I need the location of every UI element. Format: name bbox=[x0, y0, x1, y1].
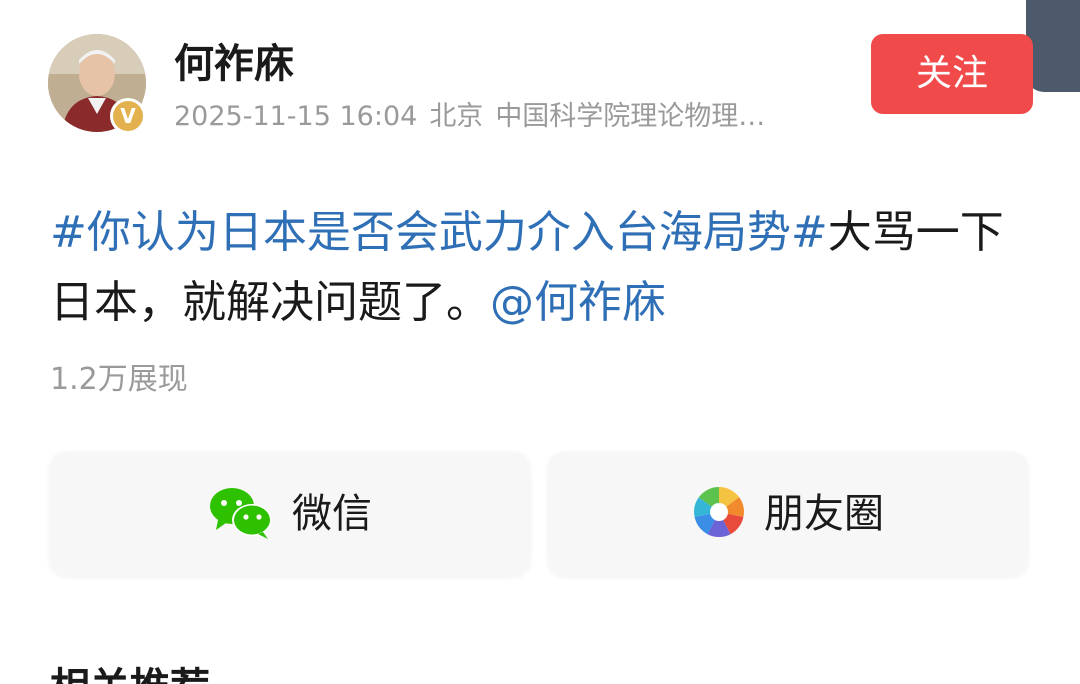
moments-icon bbox=[692, 485, 746, 543]
view-count: 1.2万展现 bbox=[50, 362, 188, 397]
wechat-icon bbox=[208, 484, 274, 544]
verified-badge-icon: V bbox=[110, 98, 146, 134]
post-meta: 2025-11-15 16:04 北京 中国科学院理论物理… bbox=[174, 98, 834, 136]
share-moments-label: 朋友圈 bbox=[764, 491, 884, 537]
section-heading: 相关推荐 bbox=[50, 664, 210, 684]
share-wechat-label: 微信 bbox=[292, 491, 372, 537]
share-moments-button[interactable]: 朋友圈 bbox=[548, 452, 1028, 576]
post-detail-page: V 何祚庥 2025-11-15 16:04 北京 中国科学院理论物理… 关注 #你… bbox=[0, 0, 1080, 684]
topic-hashtag-link[interactable]: #你认为日本是否会武力介入台海局势# bbox=[50, 207, 828, 258]
post-content: #你认为日本是否会武力介入台海局势#大骂一下日本，就解决问题了。@何祚庥 bbox=[50, 198, 1040, 338]
mention-link[interactable]: @何祚庥 bbox=[490, 277, 666, 328]
post-location: 北京 bbox=[429, 101, 484, 132]
author-name[interactable]: 何祚庥 bbox=[174, 38, 294, 90]
floating-corner-widget[interactable] bbox=[1026, 0, 1080, 92]
post-timestamp: 2025-11-15 16:04 bbox=[174, 101, 418, 132]
author-description: 中国科学院理论物理… bbox=[495, 101, 766, 132]
share-wechat-button[interactable]: 微信 bbox=[50, 452, 530, 576]
follow-button[interactable]: 关注 bbox=[871, 34, 1033, 114]
